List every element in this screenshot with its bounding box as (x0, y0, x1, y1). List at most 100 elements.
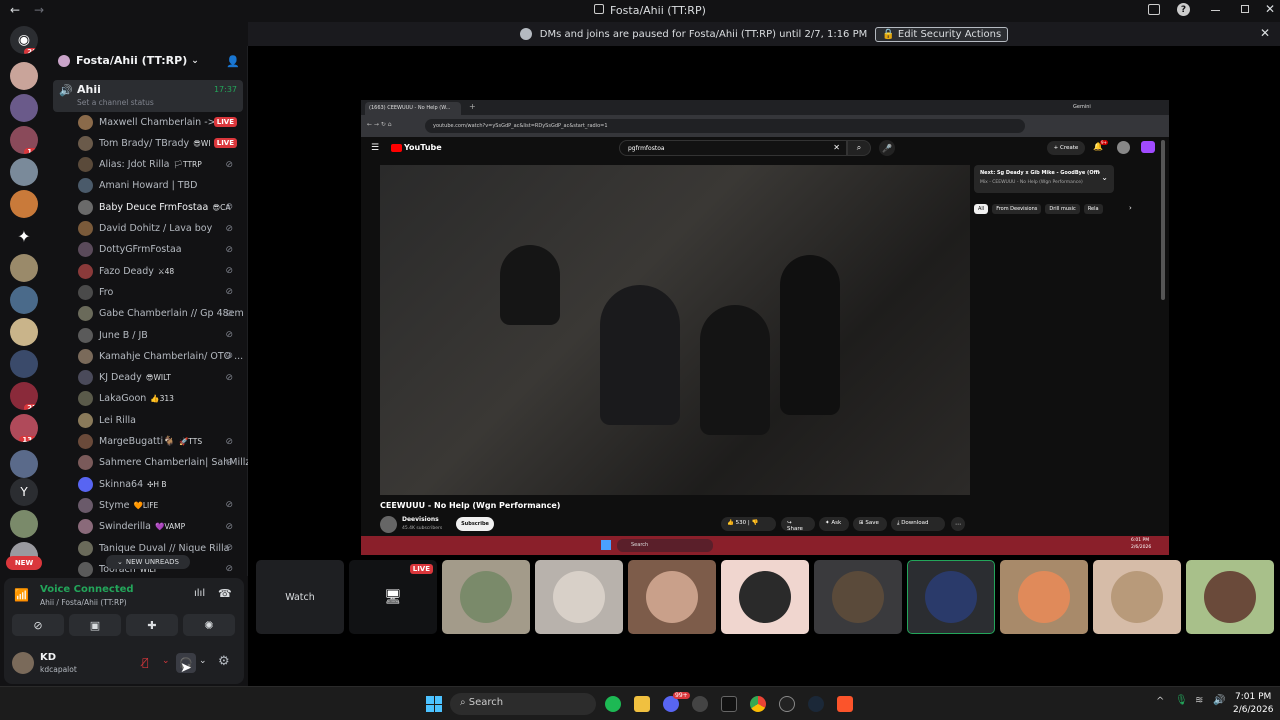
voice-member[interactable]: Sahmere Chamberlain| SahMillz... ⊘ (78, 453, 259, 473)
mic-tray-icon[interactable]: 🎙 (1175, 695, 1188, 706)
windows-start-icon[interactable] (426, 696, 442, 712)
channel-name[interactable]: Deevisions (402, 516, 439, 523)
file-explorer-icon[interactable] (634, 696, 650, 712)
voice-member[interactable]: June B / JB ⊘ (78, 325, 243, 345)
participant-tile[interactable] (814, 560, 902, 634)
settings-gear-icon[interactable]: ⚙ (218, 654, 230, 669)
chrome-icon[interactable] (750, 696, 766, 712)
server-icon[interactable] (10, 254, 38, 282)
voice-member[interactable]: Baby Deuce FrmFostaa 😎CA ⊘ (78, 197, 243, 217)
download-button[interactable]: ⤓ Download (891, 517, 945, 531)
voice-member[interactable]: Fazo Deady ⚔48 ⊘ (78, 261, 243, 281)
gemini-button[interactable]: Gemini (1073, 104, 1091, 110)
voice-member[interactable]: Amani Howard | TBD (78, 176, 243, 196)
brave-icon[interactable] (837, 696, 853, 712)
tray-chevron-icon[interactable]: ^ (1156, 696, 1164, 707)
chevron-down-icon[interactable]: ⌄ (199, 656, 207, 666)
voice-member[interactable]: Styme 🧡LIFE ⊘ (78, 495, 243, 515)
chip[interactable]: From Deevisions (992, 204, 1042, 214)
search-icon[interactable]: ⌕ (847, 140, 871, 156)
forward-button[interactable]: → (34, 3, 44, 17)
participant-tile-speaking[interactable] (907, 560, 995, 634)
discord-home-icon[interactable]: ◉ 28 (10, 26, 38, 54)
server-icon[interactable] (10, 510, 38, 538)
youtube-search-input[interactable]: pgfrmfostoa ✕ (619, 140, 847, 156)
voice-search-icon[interactable]: 🎤 (879, 140, 895, 156)
server-icon[interactable] (10, 318, 38, 346)
app-icon[interactable] (692, 696, 708, 712)
voice-channel-path[interactable]: Ahii / Fosta/Ahii (TT:RP) (40, 598, 127, 607)
close-banner-icon[interactable]: ✕ (1260, 26, 1270, 40)
voice-channel-ahii[interactable]: 🔊 Ahii 17:37 Set a channel status (53, 80, 243, 112)
chip[interactable]: All (974, 204, 989, 214)
voice-member[interactable]: Lei Rilla (78, 410, 243, 430)
server-icon[interactable]: 134 (10, 414, 38, 442)
clear-icon[interactable]: ✕ (833, 143, 840, 152)
subscribe-button[interactable]: Subscribe (456, 517, 494, 531)
participant-tile[interactable] (442, 560, 530, 634)
clock-date[interactable]: 2/6/2026 (1233, 705, 1273, 715)
up-next-card[interactable]: Next: Sg Deady x Gib Mike - GoodBye (Off… (974, 165, 1114, 193)
server-header[interactable]: Fosta/Ahii (TT:RP) ⌄ (58, 54, 199, 67)
participant-tile[interactable] (721, 560, 809, 634)
new-unreads-pill[interactable]: ⌄ NEW UNREADS (106, 555, 190, 569)
chevron-down-icon[interactable]: ⌄ (1101, 173, 1108, 182)
voice-member[interactable]: DottyGFrmFostaa ⊘ (78, 240, 243, 260)
server-icon[interactable]: 27 (10, 382, 38, 410)
close-window-button[interactable]: ✕ (1265, 2, 1275, 16)
server-icon[interactable] (10, 94, 38, 122)
disconnect-icon[interactable]: ☎ (218, 587, 232, 600)
participant-tile[interactable] (1186, 560, 1274, 634)
voice-member[interactable]: Skinna64 ✣H B (78, 474, 243, 494)
add-member-icon[interactable]: 👤 (226, 55, 240, 68)
back-button[interactable]: ← (10, 3, 20, 17)
voice-status[interactable]: Voice Connected (40, 584, 134, 595)
scrollbar[interactable] (1161, 140, 1165, 300)
chip[interactable]: Rela (1083, 204, 1103, 214)
server-icon[interactable] (10, 190, 38, 218)
share-button[interactable]: ↪ Share (781, 517, 815, 532)
stream-tile[interactable]: 🖥 LIVE (349, 560, 437, 634)
extension-icon[interactable] (1141, 141, 1155, 153)
more-options-icon[interactable]: ⋯ (951, 517, 965, 531)
voice-member[interactable]: Alias: Jdot Rilla 🏳TTRP ⊘ (78, 155, 243, 175)
user-avatar[interactable] (12, 652, 34, 674)
camera-off-button[interactable]: ⊘ (12, 614, 64, 636)
participant-tile[interactable] (628, 560, 716, 634)
voice-member[interactable]: Fro ⊘ (78, 282, 243, 302)
volume-icon[interactable]: 🔊 (1213, 695, 1225, 706)
save-button[interactable]: ⊞ Save (853, 517, 887, 531)
video-player[interactable] (380, 165, 970, 495)
channel-status-placeholder[interactable]: Set a channel status (77, 98, 154, 107)
sparkle-server-icon[interactable]: ✦ (10, 222, 38, 250)
participant-tile[interactable] (535, 560, 623, 634)
wifi-icon[interactable]: ≋ (1195, 695, 1203, 706)
app-icon[interactable] (779, 696, 795, 712)
voice-member[interactable]: MargeBugatti🐐 🚀TTS ⊘ (78, 432, 243, 452)
voice-member[interactable]: Maxwell Chamberlain -> ... LIVE (78, 112, 243, 132)
browser-nav-icons[interactable]: ← → ↻ ⌂ (367, 121, 392, 128)
maximize-button[interactable] (1241, 5, 1249, 13)
new-badge[interactable]: NEW (6, 556, 42, 570)
voice-member[interactable]: Gabe Chamberlain // Gp 48em ⊘ (78, 304, 244, 324)
new-tab-icon[interactable]: + (469, 102, 476, 111)
chevron-down-icon[interactable]: ⌄ (162, 656, 170, 666)
mic-muted-icon[interactable]: 🎙̸ (142, 656, 149, 669)
create-button[interactable]: + Create (1047, 141, 1085, 155)
help-icon[interactable]: ? (1177, 3, 1190, 16)
server-icon[interactable] (10, 286, 38, 314)
participant-tile[interactable] (1000, 560, 1088, 634)
soundboard-button[interactable]: ✺ (183, 614, 235, 636)
watch-tile[interactable]: Watch (256, 560, 344, 634)
soundboard-icon[interactable]: ılıl (194, 588, 205, 599)
participant-tile[interactable] (1093, 560, 1181, 634)
server-icon[interactable] (10, 62, 38, 90)
address-bar[interactable]: youtube.com/watch?v=ySsGdP_ac&list=RDySs… (425, 119, 1025, 133)
server-icon[interactable] (10, 350, 38, 378)
share-screen-button[interactable]: ▣ (69, 614, 121, 636)
chevron-right-icon[interactable]: › (1129, 204, 1132, 212)
edit-security-actions-button[interactable]: 🔒 Edit Security Actions (875, 26, 1009, 42)
voice-member[interactable]: Swinderilla 💜VAMP ⊘ (78, 517, 243, 537)
server-icon[interactable] (10, 158, 38, 186)
signal-icon[interactable]: 📶 (14, 588, 29, 602)
